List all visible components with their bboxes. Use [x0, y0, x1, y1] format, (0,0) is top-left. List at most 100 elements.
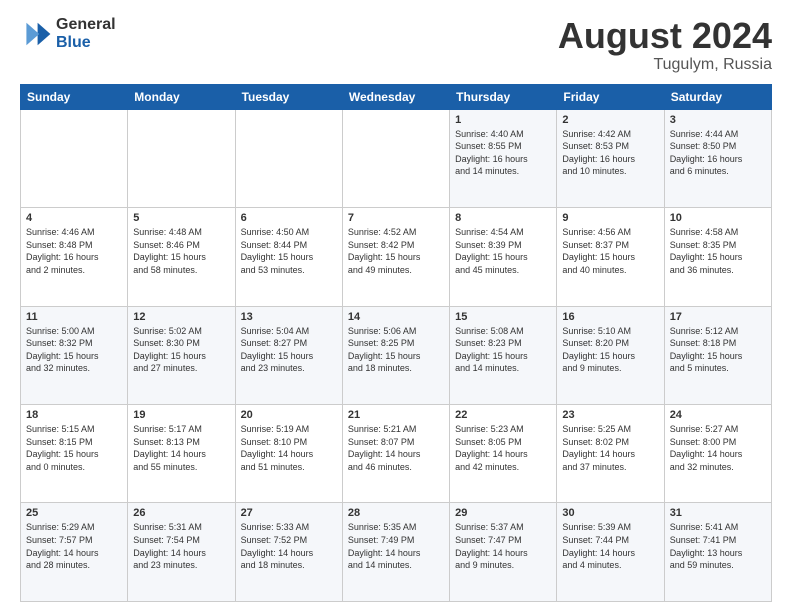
day-number: 10 [670, 212, 766, 224]
calendar-cell: 4Sunrise: 4:46 AM Sunset: 8:48 PM Daylig… [21, 208, 128, 306]
calendar-cell: 23Sunrise: 5:25 AM Sunset: 8:02 PM Dayli… [557, 405, 664, 503]
calendar-cell: 19Sunrise: 5:17 AM Sunset: 8:13 PM Dayli… [128, 405, 235, 503]
calendar-cell: 13 Sunrise: 5:04 AM Sunset: 8:27 PM Dayli… [235, 306, 342, 404]
day-number: 6 [241, 212, 337, 224]
day-number: 16 [562, 311, 658, 323]
day-number: 22 [455, 409, 551, 421]
weekday-header: Wednesday [342, 84, 449, 109]
calendar-cell: 24Sunrise: 5:27 AM Sunset: 8:00 PM Dayli… [664, 405, 771, 503]
calendar-cell [21, 109, 128, 207]
day-number: 2 [562, 114, 658, 126]
day-info: Sunrise: 5:10 AM Sunset: 8:20 PM Dayligh… [562, 325, 658, 375]
title-block: August 2024 Tugulym, Russia [558, 16, 772, 74]
page: General Blue August 2024 Tugulym, Russia… [0, 0, 792, 612]
day-info: Sunrise: 4:56 AM Sunset: 8:37 PM Dayligh… [562, 226, 658, 276]
calendar-cell: 18 Sunrise: 5:15 AM Sunset: 8:15 PM Dayli… [21, 405, 128, 503]
calendar-cell: 1 Sunrise: 4:40 AM Sunset: 8:55 PM Daylig… [450, 109, 557, 207]
day-number: 20 [241, 409, 337, 421]
day-info: Sunrise: 5:33 AM Sunset: 7:52 PM Dayligh… [241, 521, 337, 571]
calendar-week-row: 1 Sunrise: 4:40 AM Sunset: 8:55 PM Daylig… [21, 109, 772, 207]
calendar-cell: 27Sunrise: 5:33 AM Sunset: 7:52 PM Dayli… [235, 503, 342, 602]
calendar-cell: 10 Sunrise: 4:58 AM Sunset: 8:35 PM Dayli… [664, 208, 771, 306]
day-number: 7 [348, 212, 444, 224]
calendar-cell [235, 109, 342, 207]
day-number: 11 [26, 311, 122, 323]
calendar-cell: 5 Sunrise: 4:48 AM Sunset: 8:46 PM Daylig… [128, 208, 235, 306]
logo-text: General Blue [56, 16, 116, 51]
calendar-cell: 20 Sunrise: 5:19 AM Sunset: 8:10 PM Dayli… [235, 405, 342, 503]
calendar-cell: 2 Sunrise: 4:42 AM Sunset: 8:53 PM Daylig… [557, 109, 664, 207]
calendar-cell: 17 Sunrise: 5:12 AM Sunset: 8:18 PM Dayli… [664, 306, 771, 404]
day-info: Sunrise: 5:06 AM Sunset: 8:25 PM Dayligh… [348, 325, 444, 375]
day-info: Sunrise: 5:37 AM Sunset: 7:47 PM Dayligh… [455, 521, 551, 571]
weekday-header: Tuesday [235, 84, 342, 109]
calendar-cell: 15 Sunrise: 5:08 AM Sunset: 8:23 PM Dayli… [450, 306, 557, 404]
day-info: Sunrise: 5:12 AM Sunset: 8:18 PM Dayligh… [670, 325, 766, 375]
day-info: Sunrise: 5:00 AM Sunset: 8:32 PM Dayligh… [26, 325, 122, 375]
day-info: Sunrise: 4:52 AM Sunset: 8:42 PM Dayligh… [348, 226, 444, 276]
calendar-cell: 6 Sunrise: 4:50 AM Sunset: 8:44 PM Daylig… [235, 208, 342, 306]
calendar-cell: 16 Sunrise: 5:10 AM Sunset: 8:20 PM Dayli… [557, 306, 664, 404]
day-number: 31 [670, 507, 766, 519]
day-number: 9 [562, 212, 658, 224]
weekday-header: Friday [557, 84, 664, 109]
day-info: Sunrise: 5:19 AM Sunset: 8:10 PM Dayligh… [241, 423, 337, 473]
header: General Blue August 2024 Tugulym, Russia [20, 16, 772, 74]
day-number: 18 [26, 409, 122, 421]
day-info: Sunrise: 5:21 AM Sunset: 8:07 PM Dayligh… [348, 423, 444, 473]
calendar-cell: 11 Sunrise: 5:00 AM Sunset: 8:32 PM Dayli… [21, 306, 128, 404]
day-number: 1 [455, 114, 551, 126]
day-number: 21 [348, 409, 444, 421]
day-number: 25 [26, 507, 122, 519]
day-number: 8 [455, 212, 551, 224]
calendar-cell: 29 Sunrise: 5:37 AM Sunset: 7:47 PM Dayli… [450, 503, 557, 602]
day-info: Sunrise: 5:08 AM Sunset: 8:23 PM Dayligh… [455, 325, 551, 375]
day-number: 13 [241, 311, 337, 323]
day-number: 12 [133, 311, 229, 323]
calendar-week-row: 4Sunrise: 4:46 AM Sunset: 8:48 PM Daylig… [21, 208, 772, 306]
day-number: 15 [455, 311, 551, 323]
weekday-header: Thursday [450, 84, 557, 109]
day-info: Sunrise: 4:40 AM Sunset: 8:55 PM Dayligh… [455, 128, 551, 178]
day-info: Sunrise: 4:42 AM Sunset: 8:53 PM Dayligh… [562, 128, 658, 178]
calendar-cell: 9 Sunrise: 4:56 AM Sunset: 8:37 PM Daylig… [557, 208, 664, 306]
day-info: Sunrise: 5:41 AM Sunset: 7:41 PM Dayligh… [670, 521, 766, 571]
calendar-cell: 22 Sunrise: 5:23 AM Sunset: 8:05 PM Dayli… [450, 405, 557, 503]
day-info: Sunrise: 4:44 AM Sunset: 8:50 PM Dayligh… [670, 128, 766, 178]
day-info: Sunrise: 5:23 AM Sunset: 8:05 PM Dayligh… [455, 423, 551, 473]
calendar-cell [128, 109, 235, 207]
logo-icon [20, 18, 52, 50]
logo-general: General [56, 16, 116, 34]
day-info: Sunrise: 5:04 AM Sunset: 8:27 PM Dayligh… [241, 325, 337, 375]
calendar-week-row: 25 Sunrise: 5:29 AM Sunset: 7:57 PM Dayli… [21, 503, 772, 602]
day-number: 14 [348, 311, 444, 323]
day-number: 3 [670, 114, 766, 126]
calendar-cell: 26 Sunrise: 5:31 AM Sunset: 7:54 PM Dayli… [128, 503, 235, 602]
day-info: Sunrise: 5:35 AM Sunset: 7:49 PM Dayligh… [348, 521, 444, 571]
day-info: Sunrise: 5:02 AM Sunset: 8:30 PM Dayligh… [133, 325, 229, 375]
day-number: 17 [670, 311, 766, 323]
day-number: 26 [133, 507, 229, 519]
calendar-table: SundayMondayTuesdayWednesdayThursdayFrid… [20, 84, 772, 602]
day-info: Sunrise: 4:48 AM Sunset: 8:46 PM Dayligh… [133, 226, 229, 276]
calendar-week-row: 18 Sunrise: 5:15 AM Sunset: 8:15 PM Dayli… [21, 405, 772, 503]
day-info: Sunrise: 5:15 AM Sunset: 8:15 PM Dayligh… [26, 423, 122, 473]
day-info: Sunrise: 4:50 AM Sunset: 8:44 PM Dayligh… [241, 226, 337, 276]
day-info: Sunrise: 5:17 AM Sunset: 8:13 PM Dayligh… [133, 423, 229, 473]
day-number: 28 [348, 507, 444, 519]
day-number: 29 [455, 507, 551, 519]
day-number: 23 [562, 409, 658, 421]
calendar-cell: 3 Sunrise: 4:44 AM Sunset: 8:50 PM Daylig… [664, 109, 771, 207]
day-number: 30 [562, 507, 658, 519]
day-info: Sunrise: 5:31 AM Sunset: 7:54 PM Dayligh… [133, 521, 229, 571]
day-info: Sunrise: 4:54 AM Sunset: 8:39 PM Dayligh… [455, 226, 551, 276]
weekday-header: Saturday [664, 84, 771, 109]
weekday-header: Sunday [21, 84, 128, 109]
day-info: Sunrise: 4:46 AM Sunset: 8:48 PM Dayligh… [26, 226, 122, 276]
calendar-cell: 31 Sunrise: 5:41 AM Sunset: 7:41 PM Dayli… [664, 503, 771, 602]
day-number: 24 [670, 409, 766, 421]
day-number: 5 [133, 212, 229, 224]
day-info: Sunrise: 4:58 AM Sunset: 8:35 PM Dayligh… [670, 226, 766, 276]
day-info: Sunrise: 5:29 AM Sunset: 7:57 PM Dayligh… [26, 521, 122, 571]
calendar-cell: 12 Sunrise: 5:02 AM Sunset: 8:30 PM Dayli… [128, 306, 235, 404]
